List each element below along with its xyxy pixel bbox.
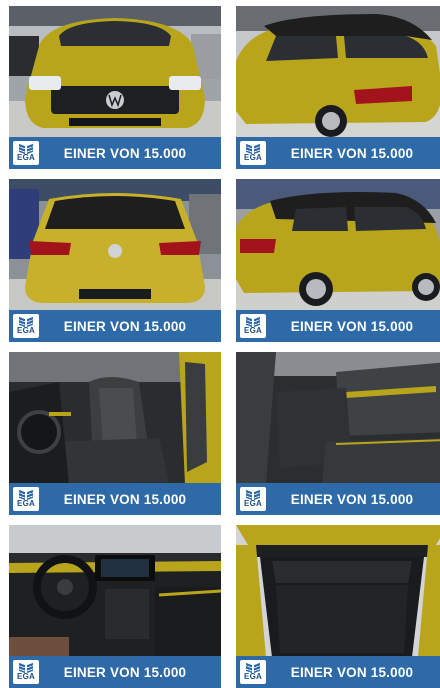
banner-label: EINER VON 15.000 bbox=[290, 491, 414, 507]
banner-label: EINER VON 15.000 bbox=[63, 145, 187, 161]
trunk-photo bbox=[236, 525, 440, 657]
gallery-photo-rear[interactable]: EGA EINER VON 15.000 bbox=[9, 179, 221, 342]
info-banner: EGA EINER VON 15.000 bbox=[9, 483, 221, 515]
rear-seats-photo bbox=[236, 352, 440, 484]
info-banner: EGA EINER VON 15.000 bbox=[236, 656, 440, 688]
info-banner: EGA EINER VON 15.000 bbox=[9, 310, 221, 342]
ega-logo: EGA bbox=[13, 141, 39, 165]
info-banner: EGA EINER VON 15.000 bbox=[9, 656, 221, 688]
info-banner: EGA EINER VON 15.000 bbox=[236, 137, 440, 169]
info-banner: EGA EINER VON 15.000 bbox=[236, 310, 440, 342]
dashboard-photo bbox=[9, 525, 221, 657]
gallery-photo-trunk[interactable]: EGA EINER VON 15.000 bbox=[236, 525, 440, 688]
front-seats-photo bbox=[9, 352, 221, 484]
banner-label: EINER VON 15.000 bbox=[290, 664, 414, 680]
info-banner: EGA EINER VON 15.000 bbox=[236, 483, 440, 515]
ega-logo: EGA bbox=[13, 660, 39, 684]
gallery-photo-rear-seats[interactable]: EGA EINER VON 15.000 bbox=[236, 352, 440, 515]
banner-label: EINER VON 15.000 bbox=[290, 145, 414, 161]
gallery-photo-dashboard[interactable]: EGA EINER VON 15.000 bbox=[9, 525, 221, 688]
ega-logo: EGA bbox=[13, 314, 39, 338]
car-front-photo bbox=[9, 6, 221, 138]
gallery-photo-rear-three-quarter[interactable]: EGA EINER VON 15.000 bbox=[236, 6, 440, 169]
ega-logo: EGA bbox=[240, 141, 266, 165]
car-side-photo bbox=[236, 179, 440, 311]
ega-logo: EGA bbox=[240, 487, 266, 511]
car-rear-photo bbox=[9, 179, 221, 311]
banner-label: EINER VON 15.000 bbox=[290, 318, 414, 334]
gallery-photo-front[interactable]: EGA EINER VON 15.000 bbox=[9, 6, 221, 169]
banner-label: EINER VON 15.000 bbox=[63, 664, 187, 680]
banner-label: EINER VON 15.000 bbox=[63, 491, 187, 507]
ega-logo: EGA bbox=[240, 314, 266, 338]
car-rear-side-photo bbox=[236, 6, 440, 138]
ega-logo: EGA bbox=[240, 660, 266, 684]
gallery-photo-side-rear[interactable]: EGA EINER VON 15.000 bbox=[236, 179, 440, 342]
gallery-photo-front-seats[interactable]: EGA EINER VON 15.000 bbox=[9, 352, 221, 515]
banner-label: EINER VON 15.000 bbox=[63, 318, 187, 334]
info-banner: EGA EINER VON 15.000 bbox=[9, 137, 221, 169]
photo-gallery: EGA EINER VON 15.000 EGA EINER VON 15.00… bbox=[0, 0, 440, 688]
ega-logo: EGA bbox=[13, 487, 39, 511]
